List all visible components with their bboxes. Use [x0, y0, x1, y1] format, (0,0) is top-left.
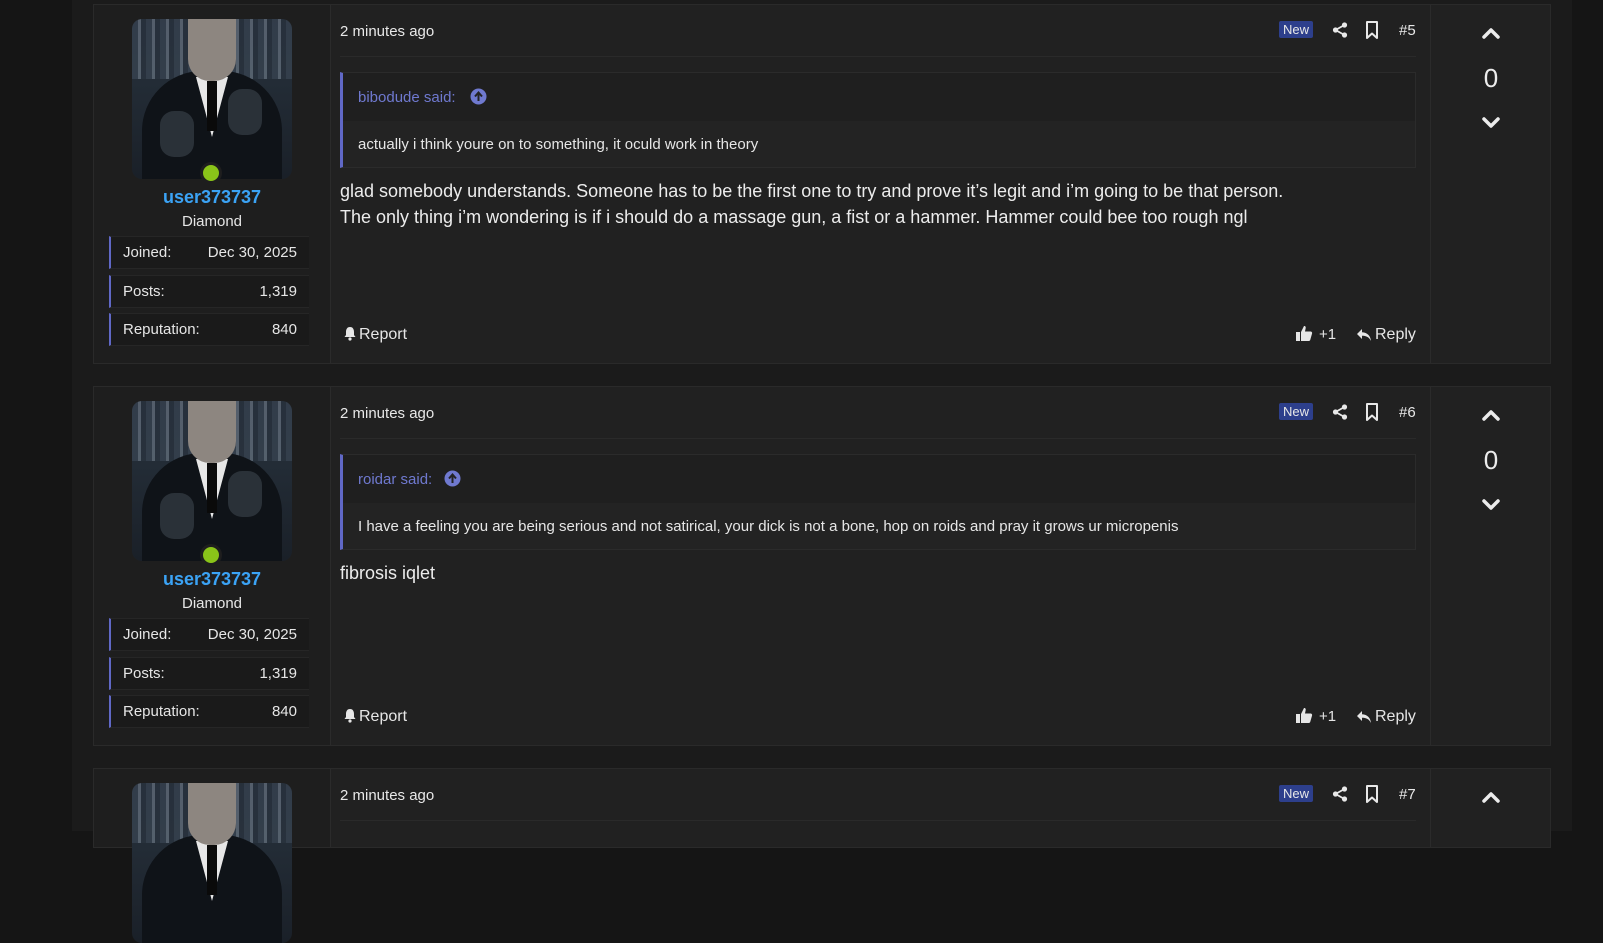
- quote-author[interactable]: bibodude said:: [358, 89, 456, 106]
- quote-text: actually i think youre on to something, …: [358, 136, 759, 153]
- online-indicator: [200, 162, 222, 184]
- user-rank: Diamond: [181, 213, 243, 230]
- stat-value: Dec 30, 2025: [207, 626, 297, 643]
- thumbs-up-icon: [1296, 708, 1313, 723]
- post-main: 2 minutes ago New #5 bibodude said: actu…: [340, 5, 1420, 363]
- post-time[interactable]: 2 minutes ago: [340, 787, 434, 804]
- avatar[interactable]: [132, 19, 292, 179]
- report-button[interactable]: Report: [343, 708, 407, 726]
- stat-reputation: Reputation: 840: [109, 695, 309, 728]
- stat-value: 840: [271, 703, 297, 720]
- online-indicator: [200, 544, 222, 566]
- post-body-line: fibrosis iqlet: [340, 563, 436, 583]
- stat-value: 1,319: [259, 283, 297, 300]
- chevron-up-icon[interactable]: [1481, 407, 1501, 423]
- post-time[interactable]: 2 minutes ago: [340, 23, 434, 40]
- vote-count: 0: [1483, 63, 1499, 93]
- stat-label: Reputation:: [123, 703, 200, 720]
- stat-joined: Joined: Dec 30, 2025: [109, 236, 309, 269]
- post-body: fibrosis iqlet: [340, 560, 435, 586]
- chevron-down-icon[interactable]: [1481, 115, 1501, 131]
- reply-icon: [1357, 711, 1371, 723]
- reply-icon: [1357, 329, 1371, 341]
- vote-panel: 0: [1430, 5, 1551, 363]
- new-badge: New: [1279, 403, 1314, 420]
- chevron-up-icon[interactable]: [1481, 25, 1501, 41]
- share-icon[interactable]: [1332, 22, 1348, 38]
- bookmark-icon[interactable]: [1365, 785, 1379, 803]
- stat-label: Posts:: [123, 283, 165, 300]
- bell-icon: [344, 709, 356, 723]
- quote-block: bibodude said: actually i think youre on…: [340, 72, 1416, 168]
- post-author-panel: user373737 Diamond Joined: Dec 30, 2025 …: [94, 387, 331, 745]
- stat-posts: Posts: 1,319: [109, 275, 309, 308]
- username-link[interactable]: user373737: [94, 569, 330, 590]
- arrow-circle-up-icon[interactable]: [470, 88, 487, 105]
- like-count: +1: [1319, 326, 1337, 343]
- like-count: +1: [1319, 708, 1337, 725]
- reply-label: Reply: [1375, 708, 1416, 725]
- new-badge: New: [1279, 21, 1314, 38]
- thread-container: user373737 Diamond Joined: Dec 30, 2025 …: [72, 0, 1572, 943]
- post-body: glad somebody understands. Someone has t…: [340, 178, 1283, 230]
- share-icon[interactable]: [1332, 786, 1348, 802]
- report-label: Report: [359, 708, 408, 725]
- arrow-circle-up-icon[interactable]: [444, 470, 461, 487]
- stat-label: Reputation:: [123, 321, 200, 338]
- bookmark-icon[interactable]: [1365, 21, 1379, 39]
- stat-label: Joined:: [123, 244, 172, 261]
- vote-panel: [1430, 769, 1551, 847]
- post-author-panel: user373737 Diamond Joined: Dec 30, 2025 …: [94, 5, 331, 363]
- post-number[interactable]: #6: [1399, 404, 1416, 421]
- report-label: Report: [359, 326, 408, 343]
- post: user373737 Diamond Joined: Dec 30, 2025 …: [93, 4, 1551, 364]
- quote-block: roidar said: I have a feeling you are be…: [340, 454, 1416, 550]
- chevron-down-icon[interactable]: [1481, 497, 1501, 513]
- vote-panel: 0: [1430, 387, 1551, 745]
- post-time[interactable]: 2 minutes ago: [340, 405, 434, 422]
- post-main: 2 minutes ago New #6 roidar said: I have…: [340, 387, 1420, 745]
- post-author-panel: [94, 769, 331, 943]
- stat-label: Posts:: [123, 665, 165, 682]
- reply-label: Reply: [1375, 326, 1416, 343]
- bookmark-icon[interactable]: [1365, 403, 1379, 421]
- stat-joined: Joined: Dec 30, 2025: [109, 618, 309, 651]
- post-number[interactable]: #7: [1399, 786, 1416, 803]
- report-button[interactable]: Report: [343, 326, 407, 344]
- like-button[interactable]: +1: [1295, 707, 1336, 725]
- user-rank: Diamond: [181, 595, 243, 612]
- bell-icon: [344, 327, 356, 341]
- post-number[interactable]: #5: [1399, 22, 1416, 39]
- stat-posts: Posts: 1,319: [109, 657, 309, 690]
- stat-value: 840: [271, 321, 297, 338]
- avatar[interactable]: [132, 783, 292, 943]
- post-body-line: The only thing i’m wondering is if i sho…: [340, 207, 1248, 227]
- post-body-line: glad somebody understands. Someone has t…: [340, 181, 1284, 201]
- share-icon[interactable]: [1332, 404, 1348, 420]
- post: 2 minutes ago New #7: [93, 768, 1551, 943]
- stat-value: Dec 30, 2025: [207, 244, 297, 261]
- new-badge: New: [1279, 785, 1314, 802]
- quote-author[interactable]: roidar said:: [358, 471, 432, 488]
- stat-value: 1,319: [259, 665, 297, 682]
- thumbs-up-icon: [1296, 326, 1313, 341]
- vote-count: 0: [1483, 445, 1499, 475]
- chevron-up-icon[interactable]: [1481, 789, 1501, 805]
- username-link[interactable]: user373737: [94, 187, 330, 208]
- post: user373737 Diamond Joined: Dec 30, 2025 …: [93, 386, 1551, 746]
- post-main: 2 minutes ago New #7: [340, 769, 1420, 847]
- like-button[interactable]: +1: [1295, 325, 1336, 343]
- stat-label: Joined:: [123, 626, 172, 643]
- reply-button[interactable]: Reply: [1356, 708, 1416, 726]
- reply-button[interactable]: Reply: [1356, 326, 1416, 344]
- avatar[interactable]: [132, 401, 292, 561]
- quote-text: I have a feeling you are being serious a…: [358, 518, 1179, 535]
- stat-reputation: Reputation: 840: [109, 313, 309, 346]
